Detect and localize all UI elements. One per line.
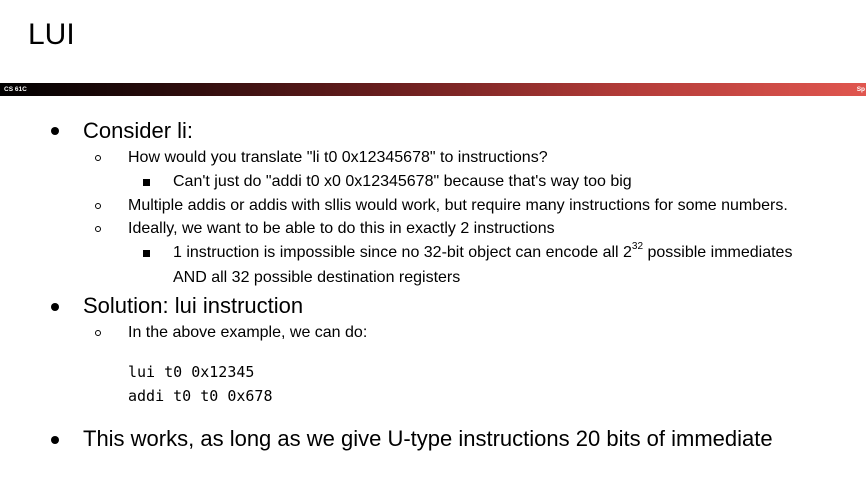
bullet-dot <box>51 127 59 135</box>
bullet-ideally: Ideally, we want to be able to do this i… <box>128 220 555 237</box>
bullet-too-big: Can't just do "addi t0 x0 0x12345678" be… <box>173 173 632 190</box>
code-line-lui: lui t0 0x12345 <box>128 363 255 381</box>
bullet-multiple-addis: Multiple addis or addis with sllis would… <box>128 197 788 214</box>
code-line-addi: addi t0 t0 0x678 <box>128 387 273 405</box>
bullet-this-works: This works, as long as we give U-type in… <box>83 426 773 451</box>
bullet-consider-li: Consider li: <box>83 118 194 143</box>
bullet-translate-question: How would you translate "li t0 0x1234567… <box>128 149 548 166</box>
slide-title: LUI <box>28 18 75 51</box>
bullet-impossible: 1 instruction is impossible since no 32-… <box>173 240 793 263</box>
bullet-square <box>143 179 150 186</box>
corner-label: Sp <box>856 86 865 93</box>
bullet-example: In the above example, we can do: <box>128 324 368 341</box>
bullet-circle <box>95 330 101 336</box>
bullet-square <box>143 250 150 257</box>
exponent-32: 32 <box>631 240 644 252</box>
bullet-solution-lui: Solution: lui instruction <box>83 293 304 318</box>
bullet-dot <box>51 303 59 311</box>
bullet-circle <box>95 203 101 209</box>
impossible-text-a: 1 instruction is impossible since no 32-… <box>173 244 632 261</box>
bullet-circle <box>95 226 101 232</box>
course-label: CS 61C <box>4 86 27 93</box>
header-bar: CS 61C Sp <box>0 83 866 96</box>
code-block: lui t0 0x12345 addi t0 t0 0x678 <box>128 360 273 408</box>
bullet-dot <box>51 436 59 444</box>
bullet-circle <box>95 155 101 161</box>
impossible-text-b: possible immediates <box>643 244 793 261</box>
bullet-impossible-continued: AND all 32 possible destination register… <box>173 269 461 286</box>
